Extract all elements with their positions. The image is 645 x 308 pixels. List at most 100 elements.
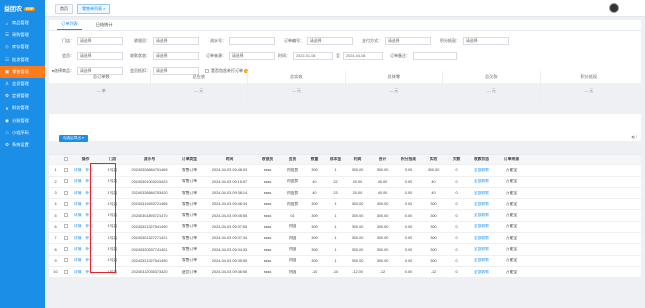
table-row[interactable]: 4 详情 补打 1号店 20240319453721465 零售订单 2024-04-03 … xyxy=(49,199,641,211)
filter-cashier-select[interactable]: 请选择 xyxy=(153,37,199,45)
filter-member-select[interactable]: 请选择 xyxy=(77,52,123,60)
breadcrumb-current-tab[interactable]: 零售单列表 × xyxy=(77,4,111,14)
cell-pay-status[interactable]: 全部收款 xyxy=(466,224,496,229)
reprint-link[interactable]: 补打 xyxy=(86,202,94,206)
cell-pay-status[interactable]: 全部收款 xyxy=(466,236,496,241)
reprint-link[interactable]: 补打 xyxy=(86,191,94,195)
table-row[interactable]: 5 详情 补打 1号店 20240301893721470 零售订单 2024-04-03 … xyxy=(49,210,641,222)
breadcrumb-home[interactable]: 首页 xyxy=(55,4,73,14)
cell-total: 40.00 xyxy=(377,179,388,184)
row-checkbox[interactable] xyxy=(64,224,68,229)
row-checkbox-cell[interactable] xyxy=(61,213,70,218)
cell-pay-status[interactable]: 全部收款 xyxy=(466,258,496,263)
filter-points-select[interactable]: 请选择 xyxy=(463,37,509,45)
detail-link[interactable]: 详情 xyxy=(74,213,82,217)
sidebar-item-10[interactable]: ⚙ 系统设置 xyxy=(0,139,45,151)
filter-store-select[interactable]: 请选择 xyxy=(77,37,123,45)
row-checkbox-cell[interactable] xyxy=(61,201,70,207)
filter-payment-label: 支付方式： xyxy=(362,38,382,43)
sidebar-item-7[interactable]: ¥ 财务管理 xyxy=(0,102,45,114)
cell-pay-status[interactable]: 全部收款 xyxy=(466,168,496,173)
reprint-link[interactable]: 补打 xyxy=(86,168,94,172)
table-row[interactable]: 10 详情 补打 1号店 20240312035373420 退货订单 2024-04-03… xyxy=(49,267,641,279)
table-row[interactable]: 2 详情 补打 1号店 20240301003215423 零售订单 2024-04-03 … xyxy=(49,177,641,188)
column-settings-icon[interactable]: ◂) ⁝ xyxy=(631,134,637,139)
cell-pay-status[interactable]: 全部收款 xyxy=(466,191,496,196)
detail-link[interactable]: 详情 xyxy=(74,179,82,183)
sidebar-item-5[interactable]: ♙ 会员管理 xyxy=(0,78,45,90)
row-checkbox[interactable] xyxy=(64,269,68,274)
detail-link[interactable]: 详情 xyxy=(74,168,82,172)
filter-remark-input[interactable] xyxy=(413,52,457,60)
reprint-link[interactable]: 补打 xyxy=(86,258,94,262)
table-row[interactable]: 6 详情 补打 1号店 20240321327541490 零售订单 2024-04-03 … xyxy=(49,222,641,234)
reprint-link[interactable]: 补打 xyxy=(86,247,94,251)
row-checkbox[interactable] xyxy=(64,235,68,240)
detail-link[interactable]: 详情 xyxy=(74,202,82,206)
cell-pay-status[interactable]: 全部收款 xyxy=(466,247,496,252)
row-checkbox-cell[interactable] xyxy=(61,167,70,173)
row-checkbox[interactable] xyxy=(64,213,68,218)
reprint-link[interactable]: 补打 xyxy=(86,213,94,217)
row-checkbox[interactable] xyxy=(64,190,68,195)
sidebar-item-3[interactable]: ☷ 批发管理 xyxy=(0,54,45,66)
row-checkbox-cell[interactable] xyxy=(61,235,70,241)
table-row[interactable]: 8 详情 补打 1号店 20240320537741401 零售订单 2024-04-03 … xyxy=(49,244,641,256)
row-checkbox-cell[interactable] xyxy=(61,269,70,275)
detail-link[interactable]: 详情 xyxy=(74,224,82,228)
select-all-checkbox[interactable] xyxy=(64,157,68,162)
reprint-link[interactable]: 补打 xyxy=(86,224,94,228)
row-index: 9 xyxy=(54,258,57,263)
summary-title: 总抹零 xyxy=(387,74,401,79)
cell-quantity: 309 xyxy=(311,213,318,218)
detail-link[interactable]: 详情 xyxy=(74,258,82,262)
row-checkbox-cell[interactable] xyxy=(61,224,70,229)
table-row[interactable]: 1 详情 补打 1号店 20240326684751469 零售订单 2024-04-03 … xyxy=(49,165,641,177)
sidebar-item-6[interactable]: ⚙ 定损管理 xyxy=(0,90,45,102)
row-checkbox[interactable] xyxy=(64,201,68,206)
cell-pay-status[interactable]: 全部收款 xyxy=(466,270,496,275)
filter-pay-status-select[interactable]: 请选择 xyxy=(153,52,199,60)
filter-end-date[interactable]: 2024-04-08 xyxy=(343,52,383,60)
filter-order-no-input[interactable]: 请选择 xyxy=(307,37,353,45)
row-checkbox-cell[interactable] xyxy=(61,179,70,184)
reprint-link[interactable]: 补打 xyxy=(86,270,94,274)
detail-link[interactable]: 详情 xyxy=(74,191,82,195)
cell-pay-status[interactable]: 全部收款 xyxy=(466,202,496,207)
row-checkbox-cell[interactable] xyxy=(61,258,70,263)
table-row[interactable]: 3 详情 补打 1号店 20240326684753420 零售订单 2024-04-03 … xyxy=(49,188,641,200)
filter-serial-input[interactable] xyxy=(229,37,275,45)
detail-link[interactable]: 详情 xyxy=(74,247,82,251)
column-header[interactable] xyxy=(61,157,70,162)
row-checkbox[interactable] xyxy=(64,179,68,184)
row-checkbox[interactable] xyxy=(64,258,68,263)
row-checkbox-cell[interactable] xyxy=(61,190,70,196)
reprint-link[interactable]: 补打 xyxy=(86,179,94,183)
cell-pay-status[interactable]: 全部收款 xyxy=(466,213,496,218)
cell-pay-status[interactable]: 全部收款 xyxy=(466,179,496,184)
filter-payment-select[interactable]: 请选择 xyxy=(385,37,431,45)
sidebar-item-8[interactable]: ◉ 分账管理 xyxy=(0,115,45,127)
table-row[interactable]: 7 详情 补打 1号店 20240301327271421 零售订单 2024-04-03 … xyxy=(49,233,641,245)
mini-program-icon: ♘ xyxy=(4,129,10,135)
sidebar-item-2[interactable]: ◇ 库存管理 xyxy=(0,41,45,53)
row-checkbox[interactable] xyxy=(64,247,68,252)
avatar[interactable] xyxy=(609,3,619,13)
sidebar-item-9[interactable]: ♘ 小程序码 xyxy=(0,127,45,139)
table-row[interactable]: 9 详情 补打 1号店 20240321327541490 零售订单 2024-04-03 … xyxy=(49,256,641,267)
tab-daily-stats[interactable]: 日结统计 xyxy=(92,22,117,30)
filter-start-date[interactable]: 2022-01-08 xyxy=(293,52,333,60)
export-selected-button[interactable]: 勾选后导出 ▾ xyxy=(59,135,88,142)
sidebar-item-4[interactable]: ▣ 零售管理 xyxy=(0,65,45,78)
sidebar-item-0[interactable]: ⌂ 商品管理 xyxy=(0,17,45,29)
cell-store: 1号店 xyxy=(107,201,118,206)
detail-link[interactable]: 详情 xyxy=(74,270,82,274)
row-checkbox-cell[interactable] xyxy=(61,247,70,252)
sidebar-item-1[interactable]: ☰ 采购管理 xyxy=(0,29,45,41)
close-icon[interactable]: × xyxy=(103,6,105,11)
reprint-link[interactable]: 补打 xyxy=(86,236,94,240)
tab-order-list[interactable]: 订单列表 xyxy=(57,21,82,30)
detail-link[interactable]: 详情 xyxy=(74,236,82,240)
row-checkbox[interactable] xyxy=(64,167,68,172)
filter-source-select[interactable]: 请选择 xyxy=(229,52,275,60)
